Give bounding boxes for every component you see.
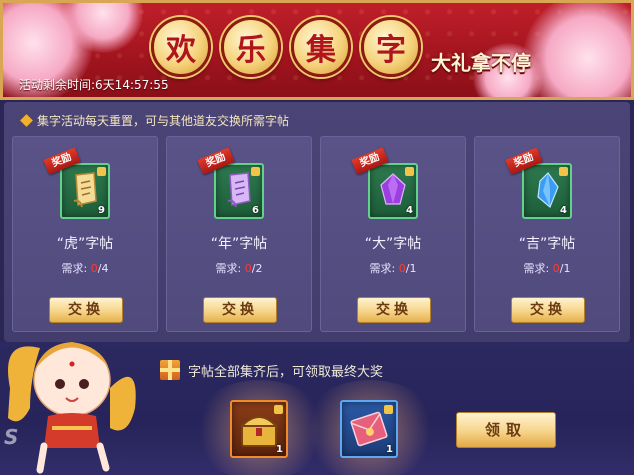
exchange-button[interactable]: 交换 <box>203 297 277 323</box>
title-char: 乐 <box>221 17 281 77</box>
lock-icon <box>251 167 260 176</box>
need-label: 需求: <box>523 262 550 275</box>
exchange-button[interactable]: 交换 <box>357 297 431 323</box>
exchange-button[interactable]: 交换 <box>511 297 585 323</box>
final-reward-hint: 字帖全部集齐后，可领取最终大奖 <box>160 360 383 380</box>
watermark-logo: S <box>4 425 19 449</box>
title-char: 字 <box>361 17 421 77</box>
exchange-card: 奖励 6 “年”字帖 需求: 0/2 交换 <box>166 136 312 332</box>
need-label: 需求: <box>215 262 242 275</box>
card-name: “吉”字帖 <box>518 236 576 252</box>
final-reward-envelope[interactable]: 1 <box>340 400 398 458</box>
card-need: 需求: 0/1 <box>475 260 619 276</box>
need-have: 0 <box>244 262 252 275</box>
item-slot[interactable]: 4 <box>368 163 418 219</box>
lock-icon <box>97 167 106 176</box>
card-name: “虎”字帖 <box>56 236 114 252</box>
need-label: 需求: <box>369 262 396 275</box>
item-count: 6 <box>252 205 259 216</box>
need-have: 0 <box>90 262 98 275</box>
need-total: /1 <box>559 262 571 275</box>
mascot-character <box>8 342 136 474</box>
lock-icon <box>384 405 393 414</box>
final-reward-chest[interactable]: 1 <box>230 400 288 458</box>
exchange-card: 奖励 4 “大”字帖 需求: 0/1 交换 <box>320 136 466 332</box>
item-slot[interactable]: 9 <box>60 163 110 219</box>
banner-title: 欢 乐 集 字 <box>151 17 421 77</box>
need-have: 0 <box>552 262 560 275</box>
exchange-card: 奖励 9 “虎”字帖 需求: 0/4 交换 <box>12 136 158 332</box>
lock-icon <box>274 405 283 414</box>
banner-subtitle: 大礼拿不停 <box>431 51 531 75</box>
card-name: “大”字帖 <box>364 236 422 252</box>
event-banner: 欢 乐 集 字 大礼拿不停 活动剩余时间:6天14:57:55 <box>0 0 634 100</box>
purple-gem-icon <box>380 173 406 205</box>
gift-icon <box>160 360 180 380</box>
exchange-card: 奖励 4 “吉”字帖 需求: 0/1 交换 <box>474 136 620 332</box>
item-count: 9 <box>98 205 105 216</box>
need-total: /4 <box>97 262 109 275</box>
item-slot[interactable]: 4 <box>522 163 572 219</box>
item-count: 1 <box>276 444 283 455</box>
title-char: 集 <box>291 17 351 77</box>
item-slot[interactable]: 6 <box>214 163 264 219</box>
event-notice: 集字活动每天重置，可与其他道友交换所需字帖 <box>20 112 290 129</box>
item-count: 4 <box>560 205 567 216</box>
card-need: 需求: 0/4 <box>13 260 157 276</box>
blue-crystal-icon <box>537 172 559 208</box>
card-need: 需求: 0/2 <box>167 260 311 276</box>
item-count: 1 <box>386 444 393 455</box>
need-total: /1 <box>405 262 417 275</box>
claim-button[interactable]: 领取 <box>456 412 556 448</box>
timer-value: 6天14:57:55 <box>95 78 169 92</box>
hint-text: 字帖全部集齐后，可领取最终大奖 <box>188 364 384 380</box>
need-label: 需求: <box>61 262 88 275</box>
need-have: 0 <box>398 262 406 275</box>
item-count: 4 <box>406 205 413 216</box>
diamond-bullet-icon <box>20 114 33 127</box>
event-timer: 活动剩余时间:6天14:57:55 <box>19 76 169 93</box>
notice-text: 集字活动每天重置，可与其他道友交换所需字帖 <box>37 114 290 128</box>
lock-icon <box>559 167 568 176</box>
card-name: “年”字帖 <box>210 236 268 252</box>
card-need: 需求: 0/1 <box>321 260 465 276</box>
timer-label: 活动剩余时间: <box>19 78 96 92</box>
year-scroll-icon <box>227 172 251 208</box>
need-total: /2 <box>251 262 263 275</box>
title-char: 欢 <box>151 17 211 77</box>
tiger-scroll-icon <box>73 172 97 208</box>
lock-icon <box>405 167 414 176</box>
